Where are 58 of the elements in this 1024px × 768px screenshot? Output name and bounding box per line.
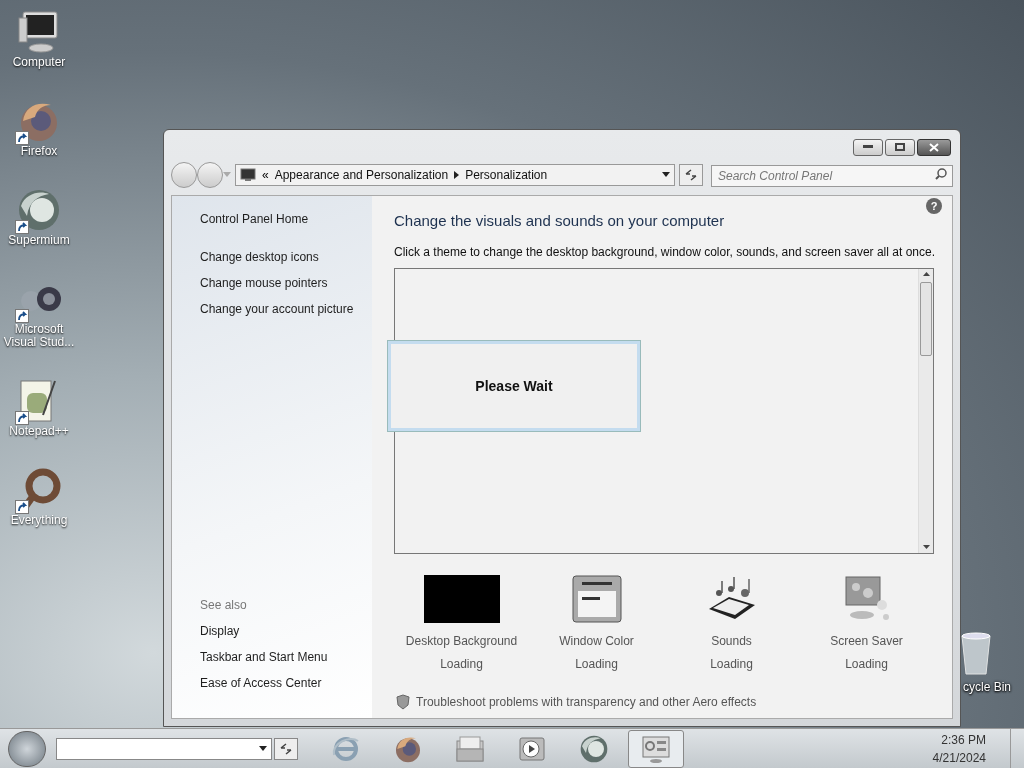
desktop-icon-label[interactable]: Computer bbox=[0, 56, 78, 69]
see-also-heading: See also bbox=[200, 597, 248, 614]
refresh-button[interactable] bbox=[679, 164, 703, 186]
address-field[interactable] bbox=[56, 737, 272, 760]
setting-link[interactable]: Sounds bbox=[711, 631, 752, 650]
clock-date[interactable]: 4/21/2024 bbox=[932, 748, 986, 767]
wait-message: Please Wait bbox=[475, 376, 553, 396]
breadcrumb-item[interactable]: Appearance and Personalization bbox=[274, 166, 449, 184]
setting-status: Loading bbox=[575, 655, 618, 673]
troubleshoot-link[interactable]: Troubleshoot problems with transparency and other Aero effects bbox=[416, 692, 757, 711]
see-also-link[interactable]: Display bbox=[200, 622, 372, 640]
minimize-icon bbox=[863, 145, 873, 149]
close-button[interactable] bbox=[917, 138, 951, 156]
refresh-icon bbox=[684, 169, 698, 181]
breadcrumb-item[interactable]: Personalization bbox=[465, 166, 548, 184]
setting-link[interactable]: Window Color bbox=[559, 631, 634, 650]
setting-status: Loading bbox=[710, 655, 753, 673]
maximize-icon bbox=[895, 143, 905, 151]
forward-button[interactable] bbox=[197, 162, 223, 188]
scrollbar-thumb[interactable] bbox=[920, 281, 932, 356]
dropdown-caret-icon bbox=[223, 172, 231, 178]
taskbar-button[interactable] bbox=[628, 729, 684, 768]
monitor-icon bbox=[240, 168, 256, 182]
task-link[interactable]: Change mouse pointers bbox=[200, 274, 372, 292]
close-icon bbox=[929, 142, 939, 152]
refresh-icon bbox=[279, 742, 293, 755]
desktop-icon-label[interactable]: cycle Bin bbox=[963, 678, 1012, 696]
dropdown-caret-icon bbox=[662, 172, 670, 178]
back-button[interactable] bbox=[171, 162, 197, 188]
breadcrumb-prefix[interactable]: « bbox=[262, 166, 269, 184]
task-link[interactable]: Control Panel Home bbox=[200, 210, 372, 228]
start-button[interactable] bbox=[8, 730, 46, 767]
page-description: Click a theme to change the desktop background, window color, sounds, and screen saver all at once. bbox=[394, 243, 936, 261]
setting-link[interactable]: Screen Saver bbox=[830, 631, 903, 650]
minimize-button[interactable] bbox=[853, 138, 883, 156]
shield-icon bbox=[396, 693, 410, 710]
help-button[interactable]: ? bbox=[926, 198, 942, 214]
desktop-icon-label[interactable]: Firefox bbox=[0, 145, 78, 158]
see-also-link[interactable]: Ease of Access Center bbox=[200, 674, 372, 692]
task-link[interactable]: Change desktop icons bbox=[200, 248, 372, 266]
setting-link[interactable]: Desktop Background bbox=[405, 631, 518, 650]
task-link[interactable]: Change your account picture bbox=[200, 300, 372, 318]
search-icon bbox=[935, 168, 947, 180]
dropdown-caret-icon bbox=[259, 745, 267, 752]
address-bar[interactable]: « Appearance and Personalization Personalization bbox=[235, 164, 675, 186]
window-icon bbox=[571, 574, 622, 623]
maximize-button[interactable] bbox=[885, 138, 915, 156]
clock-time[interactable]: 2:36 PM bbox=[941, 730, 986, 749]
page-heading: Change the visuals and sounds on your computer bbox=[394, 211, 726, 231]
scrollbar[interactable] bbox=[918, 268, 933, 553]
setting-status: Loading bbox=[845, 655, 888, 673]
scroll-down-icon bbox=[922, 544, 930, 549]
go-button[interactable] bbox=[274, 737, 298, 760]
scroll-up-icon bbox=[922, 271, 930, 276]
search-field[interactable]: Search Control Panel bbox=[711, 165, 953, 187]
see-also-link[interactable]: Taskbar and Start Menu bbox=[200, 648, 372, 666]
setting-status: Loading bbox=[440, 655, 483, 673]
breadcrumb-arrow-icon bbox=[454, 171, 460, 179]
